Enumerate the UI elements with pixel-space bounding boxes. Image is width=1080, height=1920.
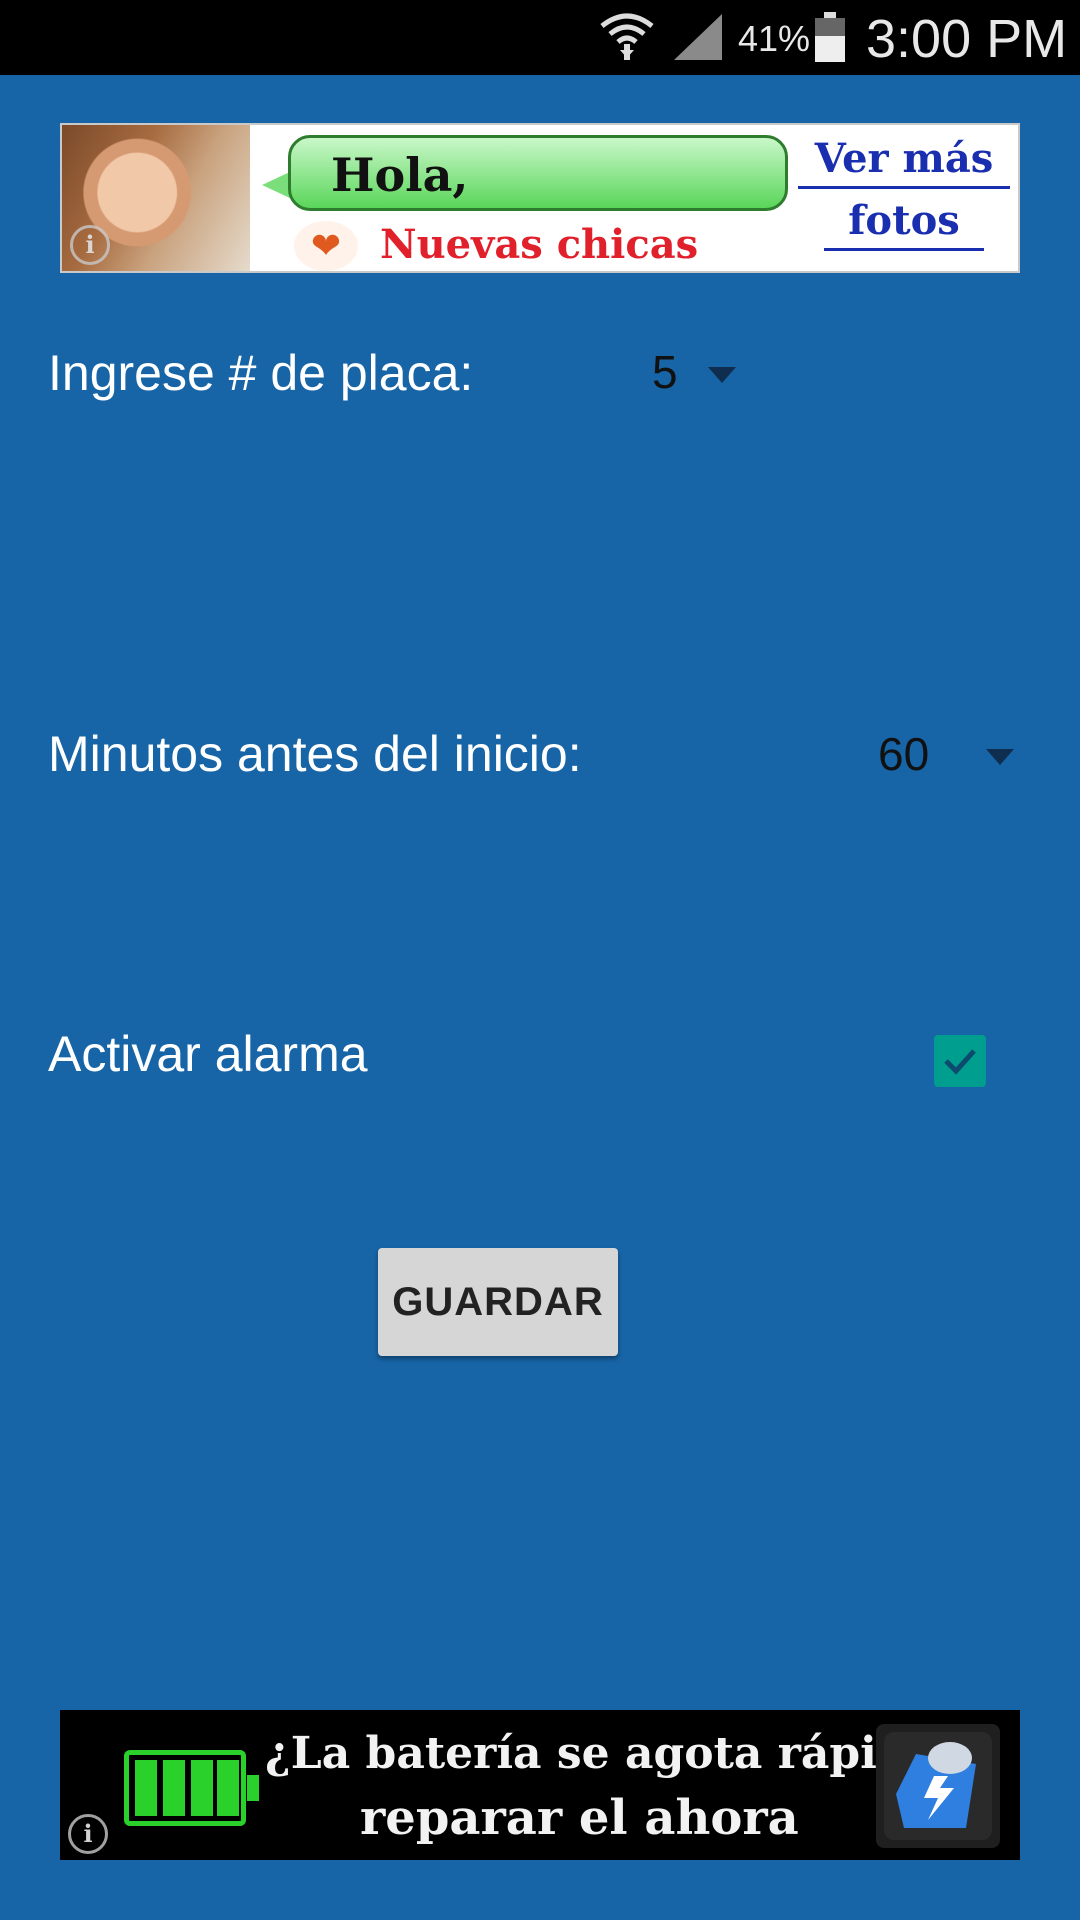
plate-value: 5 <box>652 346 678 398</box>
alarm-checkbox[interactable] <box>934 1035 986 1087</box>
battery-icon <box>815 12 845 62</box>
clock: 3:00 PM <box>866 9 1068 69</box>
ad-bottom-headline: ¿La batería se agota rápido? <box>265 1728 963 1779</box>
ad-bottom-subline: reparar el ahora <box>360 1790 799 1846</box>
speech-bubble: Hola, <box>288 135 788 211</box>
wifi-icon <box>600 13 654 60</box>
signal-icon <box>674 14 722 60</box>
status-bar: 41% 3:00 PM <box>0 0 1080 75</box>
ad-cta-line1: Ver más <box>798 135 1010 189</box>
ad-cta-link[interactable]: Ver más fotos <box>798 135 1010 265</box>
battery-ad-icon <box>124 1750 259 1826</box>
ad-greeting: Hola, <box>331 148 469 202</box>
dropdown-arrow-icon <box>708 367 736 383</box>
ad-banner-top[interactable]: i Hola, ❤ Nuevas chicas Ver más fotos <box>60 123 1020 273</box>
alarm-label: Activar alarma <box>48 1026 368 1082</box>
ad-subtext: Nuevas chicas <box>380 221 699 268</box>
checkmark-icon <box>944 1049 976 1075</box>
ad-cta-line2: fotos <box>824 197 984 251</box>
minutes-spinner[interactable]: 60 <box>878 727 1018 787</box>
dropdown-arrow-icon <box>986 749 1014 765</box>
ad-info-icon[interactable]: i <box>70 225 110 265</box>
plate-spinner[interactable]: 5 <box>652 345 752 405</box>
app-content: i Hola, ❤ Nuevas chicas Ver más fotos In… <box>0 75 1080 1920</box>
ad-banner-bottom[interactable]: ¿La batería se agota rápido? reparar el … <box>60 1710 1020 1860</box>
plate-label: Ingrese # de placa: <box>48 345 474 401</box>
battery-percent: 41% <box>738 18 811 59</box>
heart-icon: ❤ <box>294 221 358 271</box>
ad-info-icon[interactable]: i <box>68 1814 108 1854</box>
save-button[interactable]: GUARDAR <box>378 1248 618 1356</box>
minutes-label: Minutos antes del inicio: <box>48 726 582 782</box>
minutes-value: 60 <box>878 728 930 780</box>
battery-app-icon <box>876 1724 1000 1848</box>
